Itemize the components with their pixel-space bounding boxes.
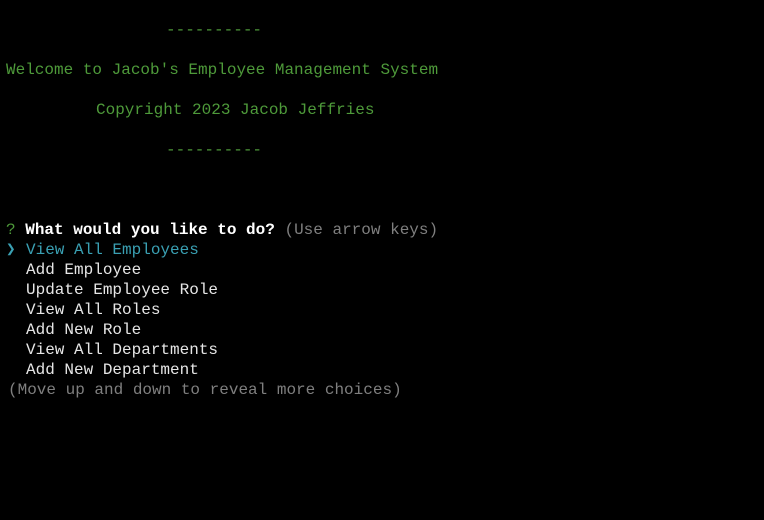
menu-choice[interactable]: Add New Department xyxy=(6,360,764,380)
pointer-icon: ❯ xyxy=(6,241,16,259)
banner-divider-top: ---------- xyxy=(166,21,263,39)
menu-choice[interactable]: View All Departments xyxy=(6,340,764,360)
menu-choice[interactable]: View All Roles xyxy=(6,300,764,320)
welcome-text: Welcome to Jacob's Employee Management S… xyxy=(6,61,439,79)
menu-choice[interactable]: Add Employee xyxy=(6,260,764,280)
prompt-line: ? What would you like to do? (Use arrow … xyxy=(6,220,764,240)
menu-choice-selected[interactable]: ❯ View All Employees xyxy=(6,240,764,260)
copyright-text: Copyright 2023 Jacob Jeffries xyxy=(96,101,375,119)
prompt-hint: (Use arrow keys) xyxy=(284,221,439,239)
banner-divider-bottom: ---------- xyxy=(166,141,263,159)
more-choices-hint: (Move up and down to reveal more choices… xyxy=(8,381,402,399)
terminal-window: ---------- Welcome to Jacob's Employee M… xyxy=(6,20,764,520)
prompt-marker: ? xyxy=(6,221,16,239)
choice-label: View All Employees xyxy=(26,241,199,259)
menu-choice[interactable]: Add New Role xyxy=(6,320,764,340)
menu-choice[interactable]: Update Employee Role xyxy=(6,280,764,300)
prompt-question: What would you like to do? xyxy=(25,221,275,239)
